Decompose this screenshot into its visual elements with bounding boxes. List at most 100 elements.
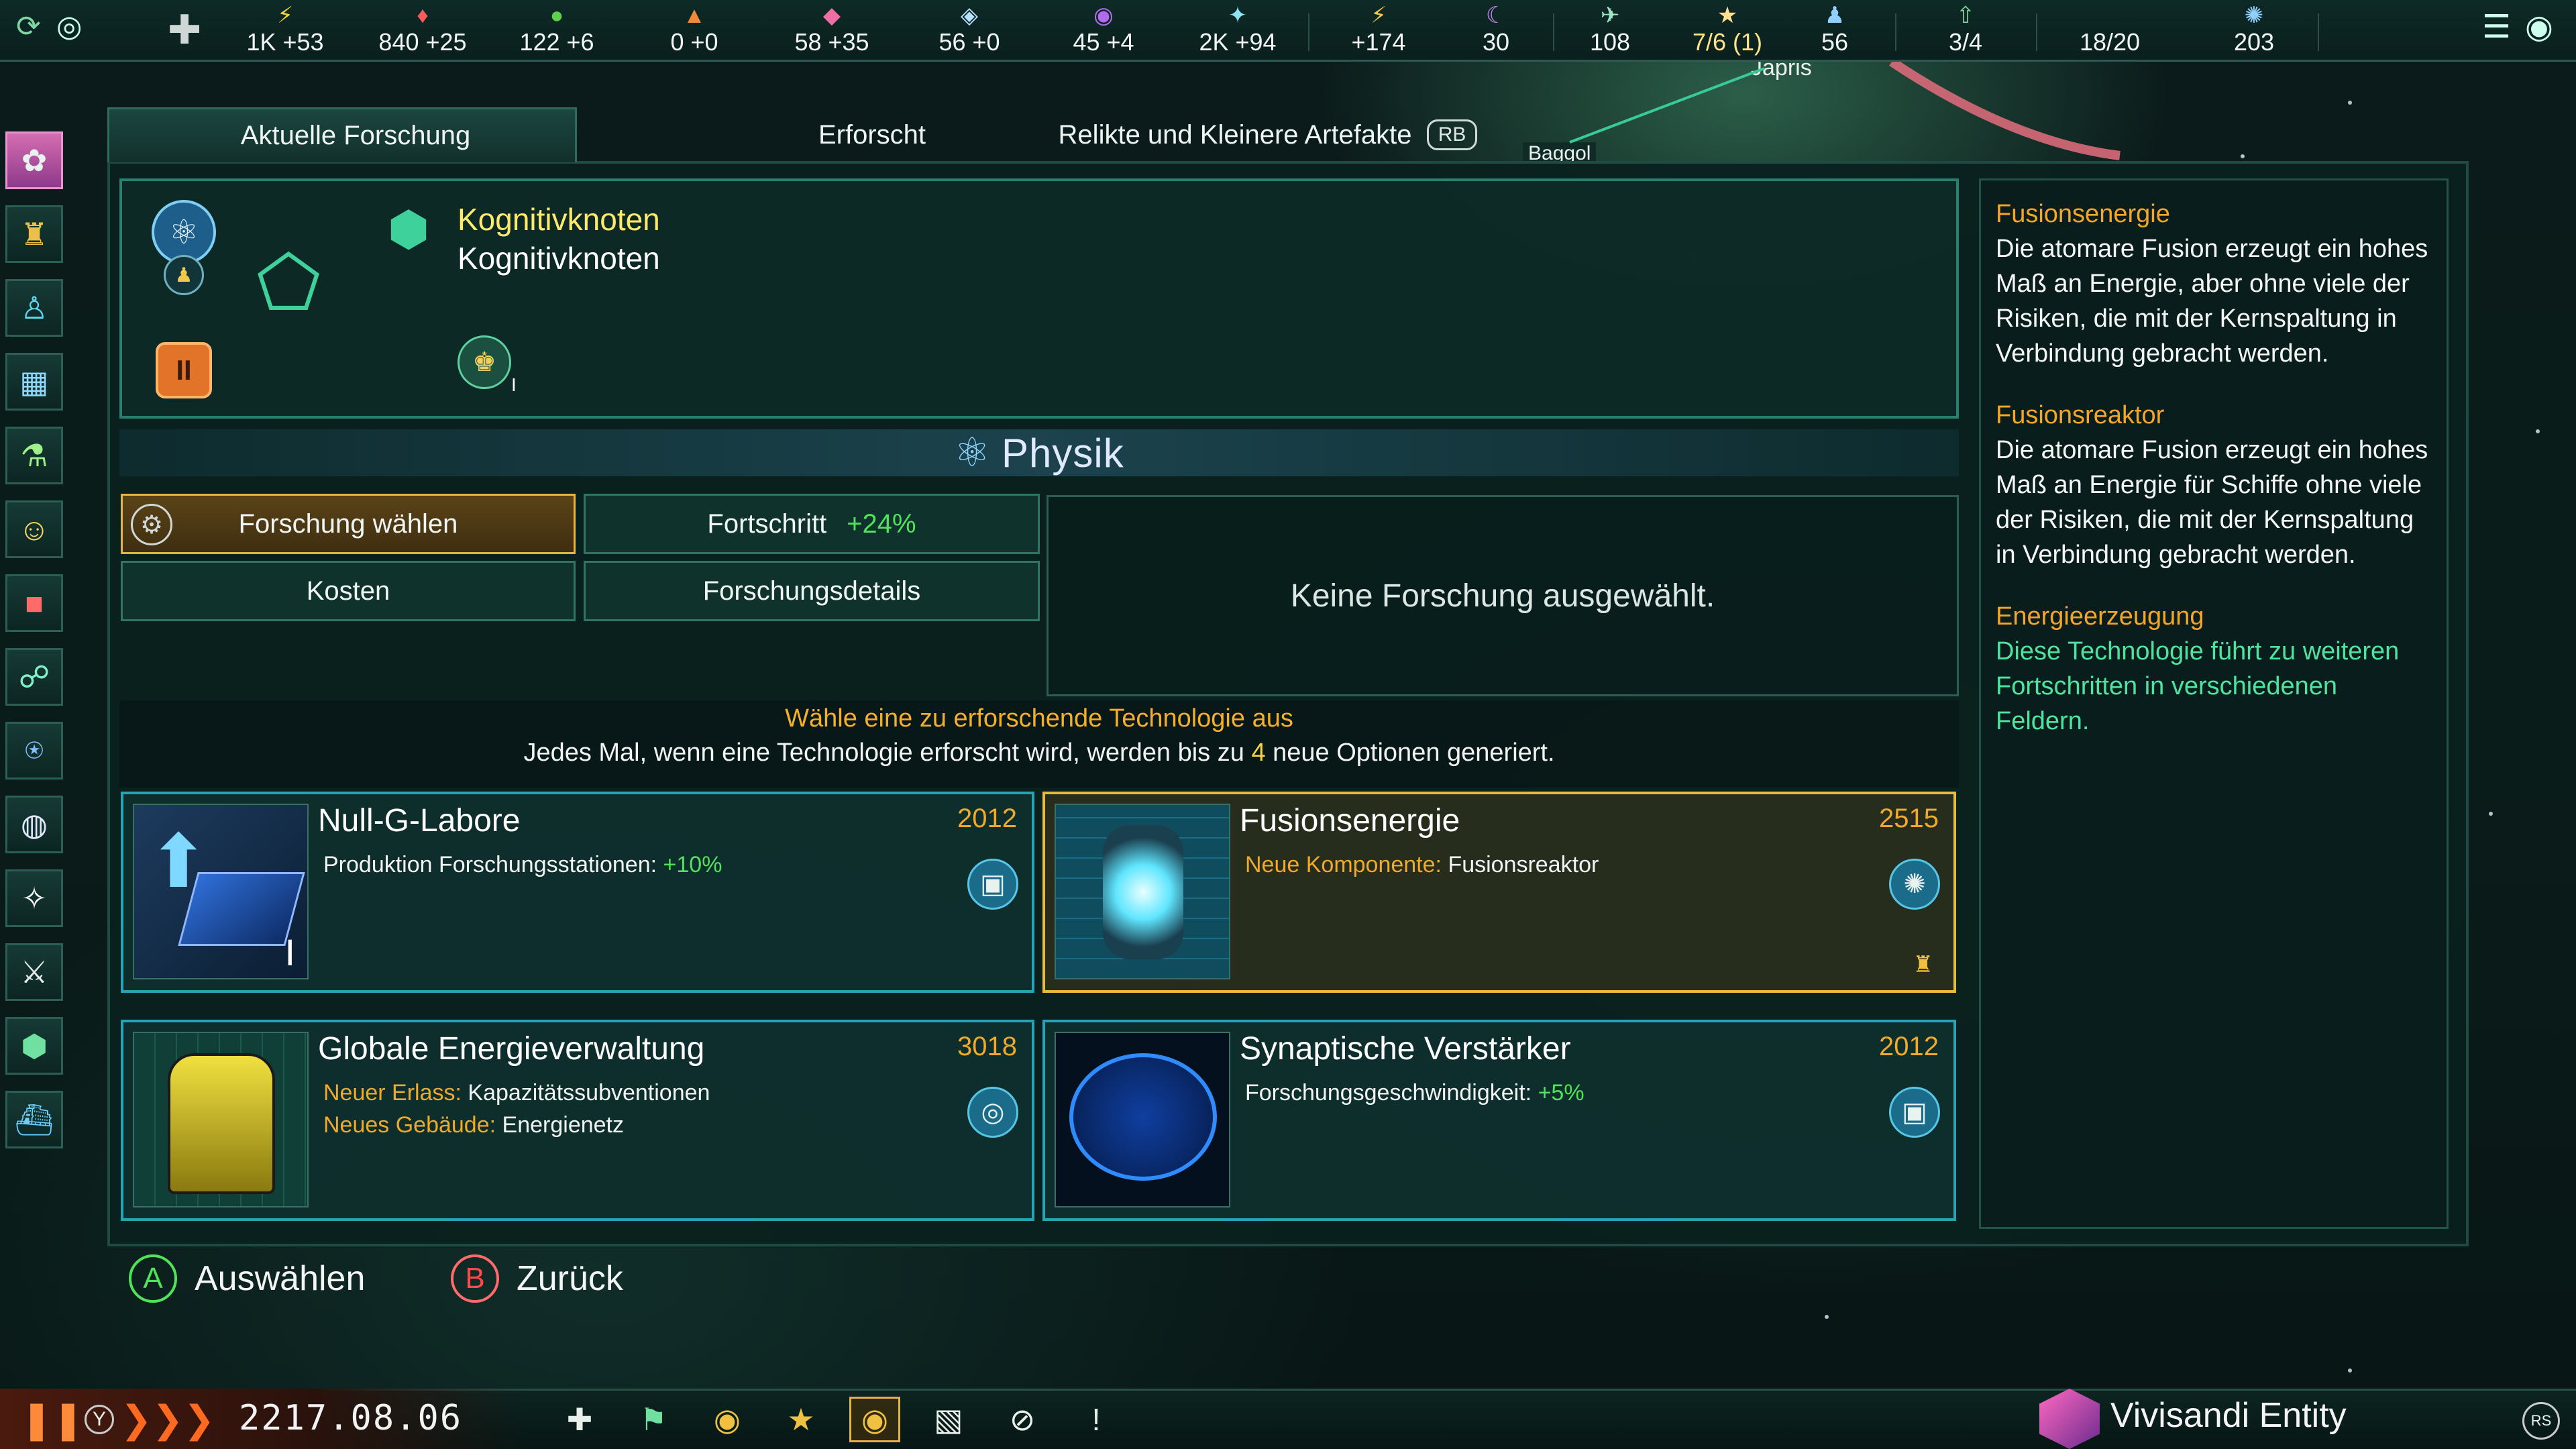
pops-icon: ♟ [1824,3,1845,28]
no-research-message: Keine Forschung ausgewählt. [1046,495,1959,696]
resource-value: 0 +0 [670,28,718,56]
resource-starbase[interactable]: ⇧ 3/4 [1909,3,2023,56]
select-hint[interactable]: A Auswählen [129,1254,365,1303]
research-view-icon[interactable]: ◉ [849,1397,900,1442]
resource-naval-capacity[interactable]: 18/20 [2053,3,2167,56]
pause-icon[interactable]: ❚❚ [21,1397,84,1442]
resource-minerals[interactable]: ♦ 840 +25 [366,3,480,56]
sidebar-species-button[interactable]: ♙ [5,279,63,337]
menu-list-icon[interactable]: ◎ [56,9,82,44]
sidebar-traditions-button[interactable]: ⍟ [5,722,63,780]
resource-alloys[interactable]: ◆ 58 +35 [775,3,889,56]
top-divider [1308,13,1309,51]
tab-relics[interactable]: Relikte und Kleinere Artefakte RB [1020,107,1516,162]
effect-label: Neues Gebäude: [323,1112,502,1138]
alert-icon[interactable]: ! [1071,1397,1122,1442]
special-project-icon: ⬢ [387,203,430,256]
resource-consumer-goods[interactable]: ▲ 0 +0 [637,3,751,56]
tech-effect: Produktion Forschungsstationen: +10% [323,852,722,878]
main-menu-icon[interactable]: ◉ [2525,8,2553,46]
resource-pops[interactable]: ♟ 56 [1778,3,1892,56]
resource-amenities[interactable]: ⚡ +174 [1322,3,1436,56]
sidebar-situations-button[interactable]: ✧ [5,869,63,927]
engineer-icon: ♜ [1913,952,1933,977]
rs-button-icon: RS [2522,1402,2560,1440]
resource-planets[interactable]: ★ 7/6 (1) [1670,3,1784,56]
trade-icon: ☾ [1485,3,1507,28]
resource-trade[interactable]: ☾ 30 [1439,3,1553,56]
resource-value: 203 [2233,28,2275,56]
research-details-button[interactable]: Forschungsdetails [584,561,1040,621]
info-text: Die atomare Fusion erzeugt ein hohes Maß… [1996,436,2428,569]
map-star [2348,101,2352,105]
info-heading: Fusionsreaktor [1996,401,2165,429]
physics-atom-icon: ⚛ [954,430,991,475]
effect-label: Produktion Forschungsstationen: [323,852,663,877]
tech-cost: 2012 [1879,1032,1939,1061]
tech-card-null-g-labs[interactable]: ⬆ I Null-G-Labore 2012 Produktion Forsch… [121,792,1034,993]
tab-current-research[interactable]: Aktuelle Forschung [107,107,577,162]
planets-icon: ★ [1717,3,1738,28]
sidebar-federation-button[interactable]: ⬢ [5,1017,63,1075]
empire-name[interactable]: Vivisandi Entity [2110,1395,2347,1436]
add-icon[interactable]: ✚ [554,1397,605,1442]
y-key: Y [85,1405,114,1434]
tier-label: II [176,354,192,386]
sidebar-leaders-button[interactable]: ☺ [5,500,63,558]
stars-icon: ✧ [21,881,48,916]
resource-value: 30 [1482,28,1510,56]
cost-button[interactable]: Kosten [121,561,576,621]
tech-effect: Neues Gebäude: Energienetz [323,1112,624,1138]
tech-card-global-energy[interactable]: Globale Energieverwaltung 3018 Neuer Erl… [121,1020,1034,1221]
sidebar-fleets-button[interactable]: ⛴ [5,1091,63,1148]
satellite-icon[interactable]: ⊘ [997,1397,1048,1442]
back-hint[interactable]: B Zurück [451,1254,623,1303]
choose-research-button[interactable]: ⚙ Forschung wählen [121,494,576,554]
cargo-icon[interactable]: ▧ [923,1397,974,1442]
eye-icon[interactable]: ◉ [702,1397,753,1442]
tech-card-synaptic-enhancers[interactable]: Synaptische Verstärker 2012 Forschungsge… [1042,1020,1956,1221]
prompt-count: 4 [1251,739,1266,767]
resource-stability[interactable]: ✺ 203 [2197,3,2311,56]
effect-value: +10% [663,852,722,877]
sidebar-government-button[interactable]: ♜ [5,205,63,263]
left-sidebar: ✿ ♜ ♙ ▦ ⚗ ☺ ■ ☍ ⍟ ◍ ✧ ⚔ ⬢ ⛴ [5,131,67,1165]
add-icon[interactable]: ✚ [168,7,201,54]
sidebar-empire-button[interactable]: ✿ [5,131,63,189]
sidebar-galaxy-button[interactable]: ◍ [5,796,63,853]
sidebar-planets-button[interactable]: ▦ [5,353,63,411]
effect-value: +5% [1538,1080,1585,1106]
resource-food[interactable]: ● 122 +6 [500,3,614,56]
tab-label: Relikte und Kleinere Artefakte [1058,119,1412,150]
resource-energy[interactable]: ⚡ 1K +53 [228,3,342,56]
star-icon[interactable]: ★ [775,1397,826,1442]
tech-name: Synaptische Verstärker [1240,1031,1571,1067]
sidebar-war-button[interactable]: ⚔ [5,943,63,1001]
effect-label: Forschungsgeschwindigkeit: [1245,1080,1538,1106]
leader-icon: ☺ [18,512,50,547]
empire-flag-icon[interactable]: ⟳ [16,9,41,44]
resource-fleet[interactable]: ✈ 108 [1553,3,1667,56]
choose-prompt: Wähle eine zu erforschende Technologie a… [119,700,1959,788]
resource-unity[interactable]: ◉ 45 +4 [1046,3,1161,56]
sidebar-market-button[interactable]: ■ [5,574,63,632]
progress-button[interactable]: Fortschritt +24% [584,494,1040,554]
sidebar-diplomacy-button[interactable]: ☍ [5,648,63,706]
button-label: Forschungsdetails [702,576,921,606]
species-icon: ♙ [20,290,48,325]
current-research-box: ⚛ ♟ ⬠ II ⬢ Kognitivknoten Kognitivknoten… [119,178,1959,419]
research-icon: ✦ [1228,3,1248,28]
resource-influence[interactable]: ◈ 56 +0 [912,3,1026,56]
research-station-icon: ▣ [967,859,1018,910]
resource-research[interactable]: ✦ 2K +94 [1181,3,1295,56]
rally-icon[interactable]: ⚑ [628,1397,679,1442]
effect-value: Energienetz [502,1112,624,1138]
research-flask-icon: ⚗ [20,438,48,473]
researcher-level: I [511,374,517,395]
fleet-icon: ✈ [1600,3,1620,28]
sidebar-research-button[interactable]: ⚗ [5,427,63,484]
speed-arrows-icon[interactable]: ❯❯❯ [121,1397,215,1442]
tech-card-fusion-power[interactable]: Fusionsenergie 2515 Neue Komponente: Fus… [1042,792,1956,993]
outliner-icon[interactable]: ☰ [2482,8,2511,46]
tech-name: Null-G-Labore [318,803,521,839]
